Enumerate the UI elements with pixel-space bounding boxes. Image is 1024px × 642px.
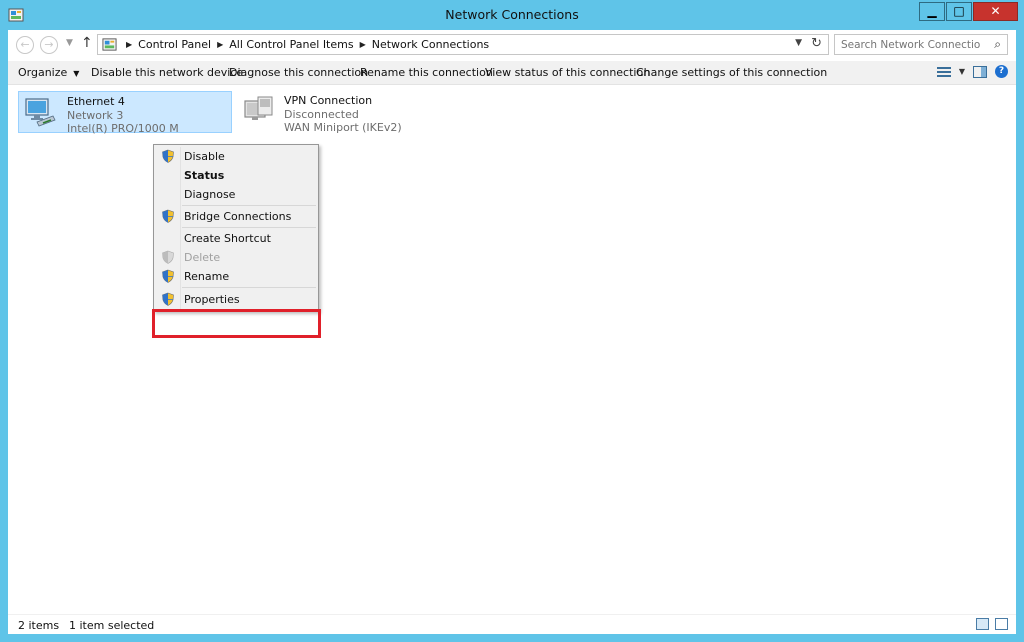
change-view-icon[interactable] <box>936 66 951 78</box>
connection-device: WAN Miniport (IKEv2) <box>284 121 402 134</box>
preview-pane-icon[interactable] <box>973 65 987 78</box>
menu-item-properties[interactable]: Properties <box>156 290 316 308</box>
close-icon: ✕ <box>990 4 1001 18</box>
connection-status: Network 3 <box>67 109 124 122</box>
uac-shield-icon <box>162 250 174 264</box>
view-status-button[interactable]: View status of this connection <box>485 66 650 79</box>
menu-separator <box>182 205 316 206</box>
menu-item-label: Delete <box>184 251 221 264</box>
large-icons-view-icon[interactable] <box>995 618 1008 630</box>
back-arrow-icon: ← <box>20 38 30 51</box>
menu-item-diagnose[interactable]: Diagnose <box>156 185 316 203</box>
menu-item-label: Disable <box>184 150 225 163</box>
explorer-window: Network Connections ▁ □ ✕ ← → ▼ ↑ ▶ Cont… <box>0 0 1024 642</box>
details-view-icon[interactable] <box>976 618 989 630</box>
maximize-icon: □ <box>953 4 965 18</box>
uac-shield-icon <box>162 149 174 163</box>
network-adapter-icon <box>25 98 56 127</box>
address-bar[interactable]: ▶ Control Panel ▶ All Control Panel Item… <box>97 34 829 55</box>
menu-item-label: Rename <box>184 270 230 283</box>
control-panel-icon <box>102 38 117 51</box>
close-button[interactable]: ✕ <box>973 2 1018 21</box>
help-icon[interactable]: ? <box>995 65 1008 78</box>
chevron-right-icon[interactable]: ▶ <box>126 40 132 49</box>
breadcrumb-all-items[interactable]: All Control Panel Items <box>229 38 353 51</box>
menu-item-label: Diagnose <box>184 188 236 201</box>
forward-button[interactable]: → <box>40 36 58 54</box>
view-options-dropdown-icon[interactable]: ▼ <box>959 67 965 76</box>
uac-shield-icon <box>162 209 174 223</box>
connection-item-vpn[interactable]: VPN Connection Disconnected WAN Miniport… <box>236 91 436 134</box>
title-bar: Network Connections ▁ □ ✕ <box>0 0 1024 30</box>
connection-name: VPN Connection <box>284 94 373 107</box>
minimize-icon: ▁ <box>927 4 937 18</box>
minimize-button[interactable]: ▁ <box>919 2 945 21</box>
connection-status: Disconnected <box>284 108 359 121</box>
menu-item-delete: Delete <box>156 248 316 266</box>
search-input[interactable] <box>841 37 981 52</box>
menu-item-disable[interactable]: Disable <box>156 147 316 165</box>
menu-separator <box>182 227 316 228</box>
properties-highlight-box <box>152 309 321 338</box>
up-arrow-icon[interactable]: ↑ <box>81 35 93 51</box>
breadcrumb-network-connections[interactable]: Network Connections <box>372 38 489 51</box>
client-area: ← → ▼ ↑ ▶ Control Panel ▶ All Control Pa <box>8 30 1016 634</box>
change-settings-button[interactable]: Change settings of this connection <box>636 66 827 79</box>
connection-device: Intel(R) PRO/1000 M <box>67 122 179 135</box>
menu-item-create-shortcut[interactable]: Create Shortcut <box>156 229 316 247</box>
disable-device-button[interactable]: Disable this network device <box>91 66 243 79</box>
vpn-icon <box>244 96 273 120</box>
context-menu: Disable Status Diagnose Bridge Connectio… <box>153 144 319 312</box>
command-bar: Organize ▼ Disable this network device Di… <box>8 61 1016 85</box>
search-box[interactable]: ⌕ <box>834 34 1008 55</box>
chevron-right-icon[interactable]: ▶ <box>360 40 366 49</box>
status-bar: 2 items 1 item selected <box>8 614 1016 634</box>
refresh-icon[interactable]: ↻ <box>811 36 822 51</box>
forward-arrow-icon: → <box>44 38 54 51</box>
selected-count: 1 item selected <box>69 619 155 632</box>
organize-button[interactable]: Organize ▼ <box>18 66 79 79</box>
search-icon[interactable]: ⌕ <box>994 37 1001 52</box>
menu-item-label: Create Shortcut <box>184 232 271 245</box>
menu-item-bridge-connections[interactable]: Bridge Connections <box>156 207 316 225</box>
uac-shield-icon <box>162 292 174 306</box>
window-title: Network Connections <box>445 7 579 22</box>
recent-locations-dropdown-icon[interactable]: ▼ <box>66 38 73 48</box>
address-row: ← → ▼ ↑ ▶ Control Panel ▶ All Control Pa <box>8 30 1016 59</box>
menu-item-rename[interactable]: Rename <box>156 267 316 285</box>
rename-connection-button[interactable]: Rename this connection <box>360 66 493 79</box>
organize-label: Organize <box>18 66 68 79</box>
uac-shield-icon <box>162 269 174 283</box>
menu-item-label: Properties <box>184 293 240 306</box>
menu-item-label: Status <box>184 169 225 182</box>
menu-item-status[interactable]: Status <box>156 166 316 184</box>
menu-separator <box>182 287 316 288</box>
connection-item-ethernet[interactable]: Ethernet 4 Network 3 Intel(R) PRO/1000 M <box>18 91 232 135</box>
chevron-down-icon: ▼ <box>73 69 80 78</box>
item-count: 2 items <box>18 619 60 632</box>
breadcrumb-control-panel[interactable]: Control Panel <box>138 38 211 51</box>
maximize-button[interactable]: □ <box>946 2 972 21</box>
breadcrumb: ▶ Control Panel ▶ All Control Panel Item… <box>120 38 489 51</box>
chevron-right-icon[interactable]: ▶ <box>217 40 223 49</box>
connections-list: Ethernet 4 Network 3 Intel(R) PRO/1000 M… <box>8 86 1016 612</box>
diagnose-connection-button[interactable]: Diagnose this connection <box>229 66 368 79</box>
menu-item-label: Bridge Connections <box>184 210 292 223</box>
connection-name: Ethernet 4 <box>67 95 125 108</box>
address-dropdown-icon[interactable]: ▼ <box>795 38 802 48</box>
back-button[interactable]: ← <box>16 36 34 54</box>
